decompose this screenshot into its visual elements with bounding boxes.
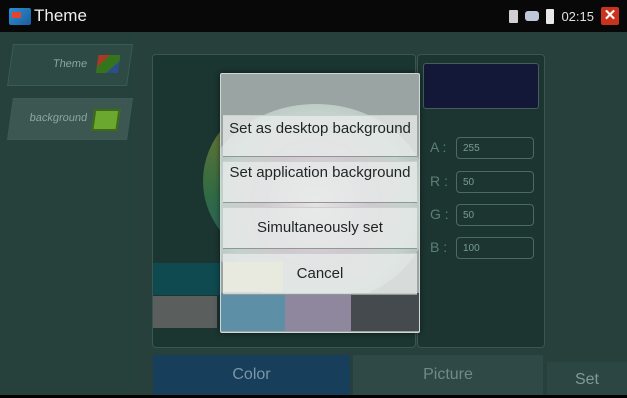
app-title: Theme — [34, 6, 87, 25]
set-desktop-background-option[interactable]: Set as desktop background — [223, 115, 417, 157]
color-swatch[interactable] — [153, 263, 221, 295]
color-values-panel: A : 255 R : 50 G : 50 B : 100 — [417, 54, 545, 348]
channel-b-input[interactable]: 100 — [456, 237, 534, 259]
background-set-dialog: Set as desktop background Set applicatio… — [220, 73, 420, 333]
channel-g-label: G : — [430, 206, 449, 222]
sidebar-item-theme[interactable]: Theme — [7, 44, 133, 86]
theme-icon — [95, 55, 121, 73]
sidebar-item-background[interactable]: background — [7, 98, 133, 140]
title-bar: Theme 02:15 ✕ — [0, 0, 627, 32]
swatch-reflection — [285, 293, 351, 331]
app-icon — [9, 8, 31, 25]
tab-color[interactable]: Color — [153, 355, 350, 395]
tab-picture[interactable]: Picture — [353, 355, 543, 395]
sidebar-item-label: Theme — [52, 58, 88, 70]
sd-card-icon — [509, 9, 519, 23]
color-swatch[interactable] — [153, 296, 217, 328]
channel-a-label: A : — [430, 139, 447, 155]
color-preview — [423, 63, 539, 109]
battery-icon — [546, 8, 555, 24]
sidebar-item-label: background — [28, 112, 88, 124]
set-button[interactable]: Set — [547, 362, 627, 395]
clock: 02:15 — [561, 8, 594, 24]
channel-a-input[interactable]: 255 — [456, 137, 534, 159]
simultaneously-set-option[interactable]: Simultaneously set — [223, 207, 417, 249]
set-application-background-option[interactable]: Set application background — [223, 161, 417, 203]
channel-b-label: B : — [430, 239, 448, 255]
usb-icon — [525, 11, 540, 21]
channel-r-label: R : — [430, 173, 448, 189]
cancel-button[interactable]: Cancel — [223, 253, 417, 295]
image-icon — [91, 109, 121, 131]
status-area: 02:15 ✕ — [509, 6, 619, 26]
close-button[interactable]: ✕ — [601, 7, 619, 25]
swatch-reflection — [351, 293, 419, 331]
sidebar: Theme background — [0, 32, 133, 395]
channel-g-input[interactable]: 50 — [456, 204, 534, 226]
channel-r-input[interactable]: 50 — [456, 171, 534, 193]
swatch-reflection — [221, 293, 285, 331]
